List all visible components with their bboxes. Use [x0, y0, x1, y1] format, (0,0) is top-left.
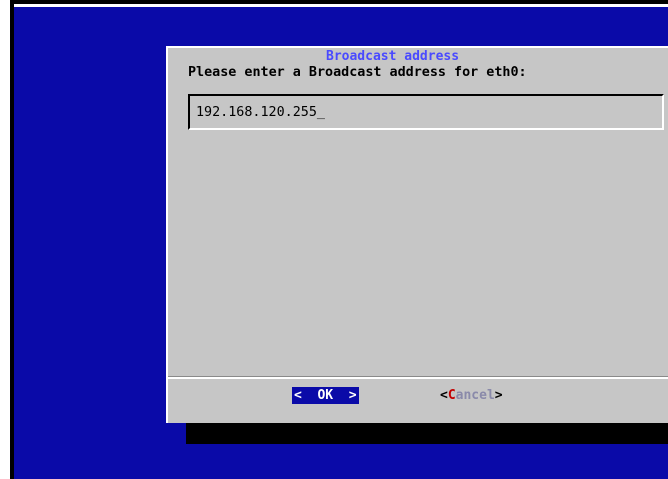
cancel-hotkey: C: [447, 388, 456, 403]
dialog-title: Broadcast address: [324, 49, 462, 64]
ok-button-label: OK: [317, 388, 334, 403]
broadcast-address-value[interactable]: 192.168.120.255_: [196, 104, 325, 122]
ok-spacer-right: [333, 388, 349, 403]
broadcast-address-dialog: Broadcast address Please enter a Broadca…: [166, 46, 668, 423]
ok-button[interactable]: < OK >: [292, 387, 359, 404]
dialog-shadow-bottom: [186, 423, 668, 444]
ok-spacer-left: [302, 388, 318, 403]
cancel-button[interactable]: <Cancel>: [440, 387, 503, 404]
broadcast-address-input[interactable]: 192.168.120.255_: [188, 94, 664, 130]
top-border: [10, 0, 668, 4]
button-separator: [168, 376, 668, 379]
cancel-button-label: ancel: [455, 388, 495, 403]
ok-right-bracket: >: [348, 388, 357, 403]
cancel-right-bracket: >: [494, 388, 503, 403]
screenshot-frame: Broadcast address Please enter a Broadca…: [0, 0, 668, 479]
cancel-left-bracket: <: [440, 388, 448, 403]
ok-left-bracket: <: [294, 388, 302, 403]
dialog-prompt: Please enter a Broadcast address for eth…: [188, 65, 527, 80]
